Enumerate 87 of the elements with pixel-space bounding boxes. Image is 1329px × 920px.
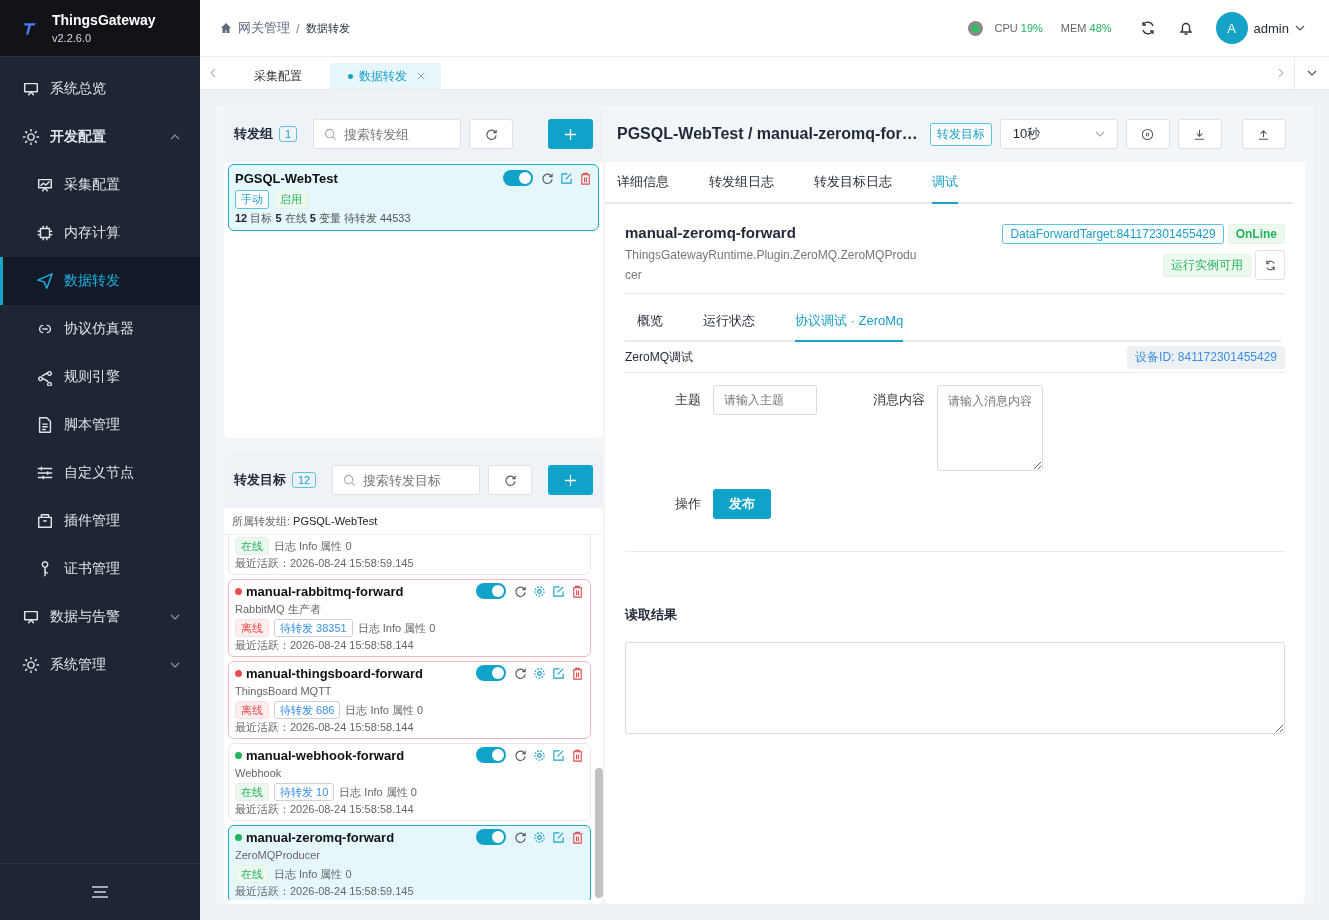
device-id-tag: 设备ID: 841172301455429: [1127, 345, 1285, 369]
tab[interactable]: 概览: [637, 294, 663, 342]
panel-title: 转发组: [234, 125, 273, 143]
target-name: manual-zeromq-forward: [625, 224, 797, 241]
sidebar-item[interactable]: 协议仿真器: [0, 305, 200, 353]
status-tag: 在线: [235, 783, 269, 801]
last-active: 最近活跃：2026-08-24 15:58:59.145: [235, 556, 415, 571]
target-card[interactable]: 在线 日志 Info 属性 0 最近活跃：2026-08-24 15:58:59.145: [228, 535, 591, 575]
target-card[interactable]: manual-webhook-forward Webhook 在线 待转发 10 日志 Info 属性 0 最近活跃：2026-08-24 15:58:58.144: [228, 743, 591, 821]
pending-tag: 待转发 686: [274, 701, 341, 719]
target-meta: 日志 Info 属性 0: [274, 866, 352, 882]
tag: 转发目标: [929, 122, 992, 146]
panel-title: 转发目标: [234, 471, 286, 489]
sidebar-item[interactable]: 开发配置: [0, 113, 200, 161]
status-tag: 在线: [235, 865, 269, 883]
group-name: PGSQL-WebTest: [293, 515, 378, 527]
field-label: 主题: [674, 391, 702, 409]
sidebar-item[interactable]: 规则引擎: [0, 353, 200, 401]
target-meta: 日志 Info 属性 0: [357, 620, 436, 636]
status-tag: 在线: [235, 537, 269, 555]
debug-title: ZeroMQ调试: [625, 348, 693, 366]
breadcrumb-item[interactable]: 网关管理: [238, 19, 290, 37]
group-name: PGSQL-WebTest: [235, 170, 339, 186]
tag: 手动: [235, 190, 269, 209]
target-name: manual-rabbitmq-forward: [246, 583, 405, 599]
app-name: ThingsGateway: [52, 12, 156, 28]
sidebar-item[interactable]: 插件管理: [0, 497, 200, 545]
sidebar-item[interactable]: 数据与告警: [0, 593, 200, 641]
group-stats: 12 目标 5 在线 5 变量 待转发 44533: [235, 211, 412, 226]
tab[interactable]: 转发目标日志: [814, 162, 892, 204]
sidebar-item[interactable]: 数据转发: [0, 257, 200, 305]
status-tag: 离线: [235, 701, 269, 719]
status-tag: 离线: [235, 619, 269, 637]
target-type: ZeroMQProducer: [235, 848, 321, 863]
target-name: manual-thingsboard-forward: [246, 665, 424, 681]
search-field[interactable]: 搜索转发目标: [332, 465, 481, 495]
target-type: RabbitMQ 生产者: [235, 602, 322, 617]
target-card[interactable]: manual-thingsboard-forward ThingsBoard MQTT 离线 待转发 686 日志 Info 属性 0 最近活跃：2026-08-24 15:58:58.144: [228, 661, 591, 739]
page-tab[interactable]: 采集配置: [236, 63, 318, 89]
sidebar-item[interactable]: 自定义节点: [0, 449, 200, 497]
target-type: Webhook: [235, 766, 283, 781]
field-label: 消息内容: [872, 391, 926, 409]
tab[interactable]: 详细信息: [617, 162, 669, 204]
breadcrumb-item: 数据转发: [305, 20, 350, 36]
message-field[interactable]: 请输入消息内容: [937, 385, 1043, 471]
tab[interactable]: 转发组日志: [709, 162, 774, 204]
breadcrumb-separator: /: [296, 20, 300, 36]
count-badge: 1: [279, 126, 298, 142]
pending-tag: 待转发 38351: [274, 619, 353, 637]
runtime-tag: 运行实例可用: [1163, 253, 1251, 277]
search-field[interactable]: 搜索转发组: [313, 119, 462, 149]
state-tag: OnLine: [1227, 224, 1285, 244]
user-name[interactable]: admin: [1253, 20, 1289, 36]
field-label: 操作: [674, 495, 702, 513]
last-active: 最近活跃：2026-08-24 15:58:59.145: [235, 884, 415, 899]
target-name: manual-webhook-forward: [246, 747, 406, 763]
plugin-name: ThingsGatewayRuntime.Plugin.ZeroMQ.ZeroMQProducer: [625, 247, 917, 284]
interval-select[interactable]: 10秒: [999, 119, 1118, 149]
tab[interactable]: 运行状态: [703, 294, 755, 342]
cpu-usage: CPU 19%: [994, 22, 1043, 34]
app-version: v2.2.6.0: [52, 32, 93, 44]
id-tag: DataForwardTarget:841172301455429: [1002, 224, 1224, 244]
sidebar-item[interactable]: 证书管理: [0, 545, 200, 593]
target-name: manual-zeromq-forward: [246, 829, 396, 845]
target-card[interactable]: manual-zeromq-forward ZeroMQProducer 在线 日志 Info 属性 0 最近活跃：2026-08-24 15:58:59.145: [228, 825, 591, 900]
sidebar-item[interactable]: 采集配置: [0, 161, 200, 209]
last-active: 最近活跃：2026-08-24 15:58:58.144: [235, 638, 415, 653]
sidebar-item[interactable]: 脚本管理: [0, 401, 200, 449]
detail-title: PGSQL-WebTest / manual-zeromq-for…: [617, 125, 918, 143]
topic-field[interactable]: 请输入主题: [713, 385, 817, 415]
count-badge: 12: [292, 472, 317, 488]
tag: 启用: [274, 190, 308, 209]
sidebar-item[interactable]: 内存计算: [0, 209, 200, 257]
memory-usage: MEM 48%: [1060, 22, 1112, 34]
result-label: 读取结果: [625, 606, 678, 624]
target-meta: 日志 Info 属性 0: [345, 702, 424, 718]
pending-tag: 待转发 10: [274, 783, 335, 801]
target-type: ThingsBoard MQTT: [235, 684, 333, 699]
last-active: 最近活跃：2026-08-24 15:58:58.144: [235, 720, 415, 735]
sidebar-item[interactable]: 系统总览: [0, 65, 200, 113]
group-card[interactable]: PGSQL-WebTest 手动 启用 12 目标 5 在线 5 变量 待转发 44533: [228, 164, 599, 231]
last-active: 最近活跃：2026-08-24 15:58:58.144: [235, 802, 415, 817]
sidebar-item[interactable]: 系统管理: [0, 641, 200, 689]
target-meta: 日志 Info 属性 0: [274, 538, 352, 554]
group-label: 所属转发组:: [232, 513, 291, 529]
target-meta: 日志 Info 属性 0: [339, 784, 417, 800]
target-card[interactable]: manual-rabbitmq-forward RabbitMQ 生产者 离线 待转发 38351 日志 Info 属性 0 最近活跃：2026-08-24 15:58:58.144: [228, 579, 591, 657]
